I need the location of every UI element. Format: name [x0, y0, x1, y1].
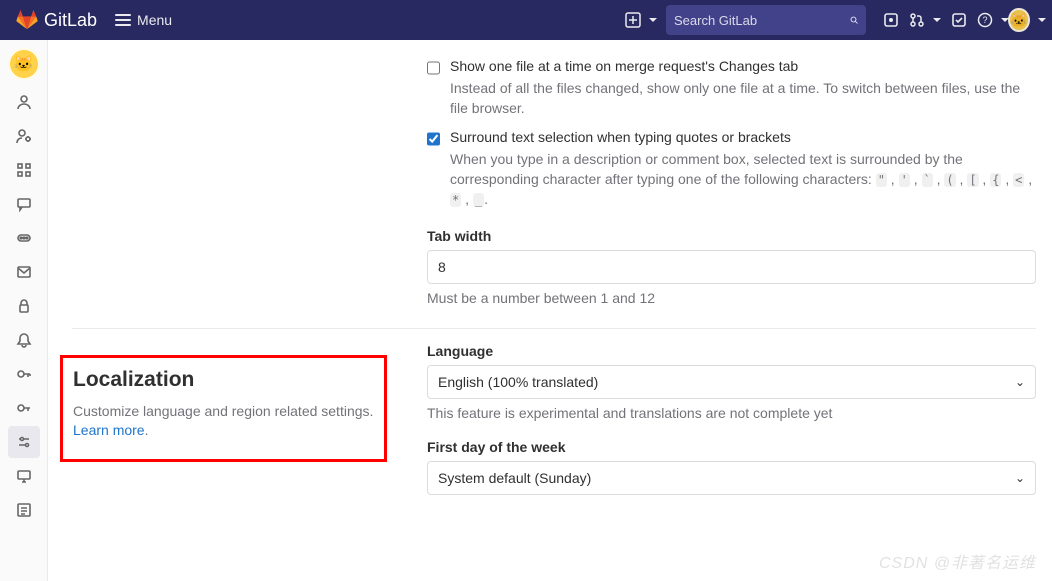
first-day-value: System default (Sunday)	[438, 470, 591, 486]
merge-request-icon	[909, 12, 925, 28]
key-icon	[16, 400, 32, 416]
watermark: CSDN @非著名运维	[879, 549, 1036, 573]
lock-icon	[16, 298, 32, 314]
svg-text:?: ?	[982, 15, 987, 25]
todo-icon	[951, 12, 967, 28]
first-day-select[interactable]: System default (Sunday) ⌄	[427, 461, 1036, 495]
user-icon	[16, 94, 32, 110]
surround-label: Surround text selection when typing quot…	[450, 129, 1036, 145]
show-one-file-checkbox[interactable]	[427, 61, 440, 75]
chevron-down-icon	[933, 18, 941, 22]
sidebar-item-auth-log[interactable]	[8, 494, 40, 526]
todos-button[interactable]	[942, 3, 976, 37]
key-icon	[16, 366, 32, 382]
mail-icon	[16, 264, 32, 280]
learn-more-link[interactable]: Learn more	[73, 422, 145, 438]
localization-highlight: Localization Customize language and regi…	[60, 355, 387, 462]
brand-text: GitLab	[44, 10, 97, 31]
language-label: Language	[427, 343, 1036, 359]
create-button[interactable]	[624, 3, 658, 37]
search[interactable]	[666, 5, 866, 35]
sidebar-item-ssh-keys[interactable]	[8, 358, 40, 390]
sidebar-item-emails[interactable]	[8, 256, 40, 288]
sidebar-item-profile[interactable]	[8, 86, 40, 118]
chevron-down-icon	[1038, 18, 1046, 22]
sidebar-item-tokens[interactable]	[8, 222, 40, 254]
monitor-icon	[16, 468, 32, 484]
tab-width-hint: Must be a number between 1 and 12	[427, 290, 1036, 306]
surround-help: When you type in a description or commen…	[450, 149, 1036, 210]
chevron-down-icon: ⌄	[1015, 471, 1025, 485]
sidebar-item-account[interactable]	[8, 120, 40, 152]
show-one-file-help: Instead of all the files changed, show o…	[450, 78, 1036, 119]
search-icon	[850, 13, 858, 27]
sidebar-item-notifications[interactable]	[8, 324, 40, 356]
brand[interactable]: GitLab	[8, 9, 105, 31]
help-icon: ?	[977, 12, 993, 28]
language-value: English (100% translated)	[438, 374, 598, 390]
surround-checkbox[interactable]	[427, 132, 440, 146]
grid-icon	[16, 162, 32, 178]
chevron-down-icon: ⌄	[1015, 375, 1025, 389]
language-select[interactable]: English (100% translated) ⌄	[427, 365, 1036, 399]
show-one-file-label: Show one file at a time on merge request…	[450, 58, 1036, 74]
localization-title: Localization	[73, 368, 374, 392]
plus-icon	[625, 12, 641, 28]
sidebar: 🐱	[0, 40, 48, 581]
chat-icon	[16, 196, 32, 212]
language-hint: This feature is experimental and transla…	[427, 405, 1036, 421]
user-gear-icon	[16, 128, 32, 144]
issues-button[interactable]	[874, 3, 908, 37]
sidebar-item-gpg-keys[interactable]	[8, 392, 40, 424]
localization-desc: Customize language and region related se…	[73, 402, 374, 441]
sidebar-item-preferences[interactable]	[8, 426, 40, 458]
sidebar-item-chat[interactable]	[8, 188, 40, 220]
sidebar-item-sessions[interactable]	[8, 460, 40, 492]
sidebar-item-password[interactable]	[8, 290, 40, 322]
sliders-icon	[16, 434, 32, 450]
first-day-label: First day of the week	[427, 439, 1036, 455]
tab-width-label: Tab width	[427, 228, 1036, 244]
gitlab-logo-icon	[16, 9, 38, 31]
tab-width-input[interactable]	[427, 250, 1036, 284]
ellipsis-icon	[16, 230, 32, 246]
chevron-down-icon	[649, 18, 657, 22]
menu-button[interactable]: Menu	[105, 6, 182, 34]
sidebar-item-applications[interactable]	[8, 154, 40, 186]
main-content: Show one file at a time on merge request…	[48, 40, 1052, 581]
menu-label: Menu	[137, 12, 172, 28]
hamburger-icon	[115, 12, 131, 28]
search-input[interactable]	[674, 13, 850, 28]
merge-requests-button[interactable]	[908, 3, 942, 37]
list-icon	[16, 502, 32, 518]
help-button[interactable]: ?	[976, 3, 1010, 37]
issues-icon	[883, 12, 899, 28]
bell-icon	[16, 332, 32, 348]
avatar-icon: 🐱	[1008, 8, 1029, 32]
topbar: GitLab Menu ? 🐱	[0, 0, 1052, 40]
user-menu[interactable]: 🐱	[1010, 3, 1044, 37]
sidebar-avatar[interactable]: 🐱	[8, 48, 40, 80]
